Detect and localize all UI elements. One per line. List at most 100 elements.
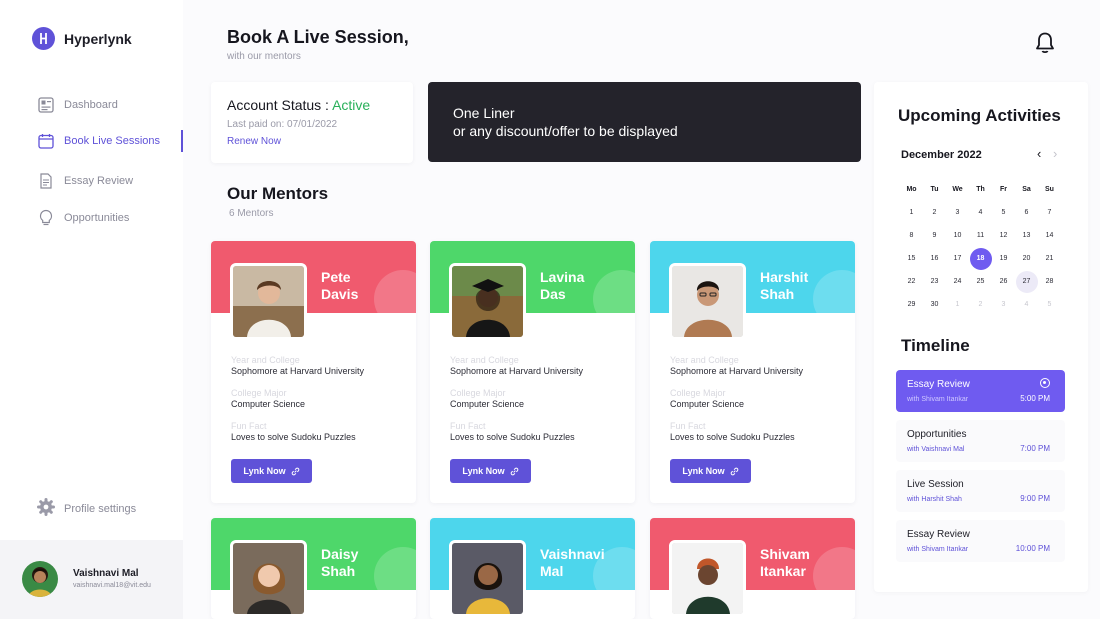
mentor-card: Daisy Shah [211, 518, 416, 619]
field-label-fact: Fun Fact [450, 421, 486, 431]
sidebar-nav: Dashboard Book Live Sessions Essay Revie… [0, 94, 183, 229]
calendar-day[interactable]: 13 [1015, 224, 1038, 247]
calendar-day[interactable]: 20 [1015, 247, 1038, 270]
brand-name: Hyperlynk [64, 30, 132, 47]
calendar-day[interactable]: 26 [992, 270, 1015, 293]
calendar-day[interactable]: 5 [1038, 293, 1061, 316]
chevron-right-icon[interactable]: › [1053, 146, 1057, 161]
chevron-left-icon[interactable]: ‹ [1037, 146, 1041, 161]
calendar-grid: Mo Tu We Th Fr Sa Su 1 2 3 4 5 6 7 8 9 10 11 12 13 14 15 16 17 1… [900, 178, 1061, 316]
lynk-now-button[interactable]: Lynk Now [670, 459, 751, 483]
calendar-day[interactable]: 15 [900, 247, 923, 270]
timeline-title: Timeline [901, 336, 970, 355]
calendar-weekday: Fr [1000, 186, 1007, 193]
calendar-weekday: Su [1045, 186, 1054, 193]
sidebar-item-book-live-sessions[interactable]: Book Live Sessions [0, 130, 183, 152]
banner-line-1: One Liner [453, 105, 515, 121]
timeline-item-name: Essay Review [907, 379, 970, 390]
calendar-day[interactable]: 17 [946, 247, 969, 270]
calendar-day[interactable]: 19 [992, 247, 1015, 270]
document-icon [37, 172, 55, 190]
calendar-day[interactable]: 10 [946, 224, 969, 247]
mentor-fact: Loves to solve Sudoku Puzzles [450, 432, 575, 442]
brand[interactable]: Hyperlynk [32, 27, 132, 50]
calendar-day[interactable]: 25 [969, 270, 992, 293]
calendar-day[interactable]: 22 [900, 270, 923, 293]
calendar-day[interactable]: 18 [969, 247, 992, 270]
sidebar-item-dashboard[interactable]: Dashboard [0, 94, 183, 116]
sidebar-item-opportunities[interactable]: Opportunities [0, 207, 183, 229]
calendar-day[interactable]: 27 [1015, 270, 1038, 293]
timeline-item[interactable]: Live Session with Harshit Shah 9:00 PM [896, 470, 1065, 512]
calendar-day[interactable]: 7 [1038, 201, 1061, 224]
link-icon [291, 467, 299, 475]
calendar-day[interactable]: 29 [900, 293, 923, 316]
calendar-day[interactable]: 12 [992, 224, 1015, 247]
mentor-card: Lavina Das Year and College Sophomore at … [430, 241, 635, 503]
timeline-item[interactable]: Essay Review with Shivam Itankar 5:00 PM [896, 370, 1065, 412]
calendar-day[interactable]: 3 [946, 201, 969, 224]
calendar-day[interactable]: 1 [900, 201, 923, 224]
mentor-college: Sophomore at Harvard University [670, 366, 804, 376]
renew-now-link[interactable]: Renew Now [227, 136, 281, 147]
calendar-day[interactable]: 4 [969, 201, 992, 224]
brand-logo-icon [32, 27, 55, 50]
mentor-photo [230, 540, 307, 617]
calendar-day[interactable]: 5 [992, 201, 1015, 224]
calendar-day[interactable]: 28 [1038, 270, 1061, 293]
timeline-item[interactable]: Opportunities with Vaishnavi Mal 7:00 PM [896, 420, 1065, 462]
mentor-card: Shivam Itankar [650, 518, 855, 619]
notification-bell-icon[interactable] [1033, 31, 1057, 55]
offer-banner[interactable]: One Liner or any discount/offer to be di… [428, 82, 861, 162]
timeline-item-with: with Harshit Shah [907, 496, 962, 503]
calendar-day[interactable]: 2 [969, 293, 992, 316]
mentor-major: Computer Science [670, 399, 745, 409]
account-status-card: Account Status : Active Last paid on: 07… [211, 82, 413, 163]
sidebar-item-label: Book Live Sessions [64, 135, 160, 147]
calendar-day[interactable]: 6 [1015, 201, 1038, 224]
calendar-day[interactable]: 14 [1038, 224, 1061, 247]
mentor-photo [449, 540, 526, 617]
calendar-weekday: Mo [906, 186, 917, 193]
calendar-day[interactable]: 11 [969, 224, 992, 247]
lynk-now-label: Lynk Now [682, 466, 725, 476]
status-badge: Active [332, 97, 371, 113]
sidebar-item-label: Dashboard [64, 99, 118, 111]
calendar-day[interactable]: 24 [946, 270, 969, 293]
calendar-day[interactable]: 8 [900, 224, 923, 247]
field-label-fact: Fun Fact [231, 421, 267, 431]
calendar-day[interactable]: 30 [923, 293, 946, 316]
field-label-fact: Fun Fact [670, 421, 706, 431]
sidebar-item-essay-review[interactable]: Essay Review [0, 170, 183, 192]
timeline-item-time: 7:00 PM [1020, 444, 1050, 453]
field-label-college: Year and College [231, 355, 300, 365]
sidebar: Hyperlynk Dashboard Book Live Sessions E… [0, 0, 183, 619]
timeline-item-with: with Shivam Itankar [907, 396, 969, 403]
calendar-day[interactable]: 2 [923, 201, 946, 224]
calendar-day[interactable]: 21 [1038, 247, 1061, 270]
lynk-now-button[interactable]: Lynk Now [450, 459, 531, 483]
calendar-day[interactable]: 9 [923, 224, 946, 247]
field-label-major: College Major [670, 388, 726, 398]
mentor-card: Harshit Shah Year and College Sophomore a… [650, 241, 855, 503]
calendar-day[interactable]: 23 [923, 270, 946, 293]
calendar-month: December 2022 [901, 149, 982, 161]
profile-settings-link[interactable]: Profile settings [37, 498, 136, 519]
calendar-icon [37, 132, 55, 150]
upcoming-activities-title: Upcoming Activities [898, 106, 1061, 125]
timeline-item-name: Essay Review [907, 529, 970, 540]
calendar-day[interactable]: 3 [992, 293, 1015, 316]
dashboard-icon [37, 96, 55, 114]
calendar-day[interactable]: 1 [946, 293, 969, 316]
mentor-name: Pete Davis [321, 269, 359, 302]
calendar-day[interactable]: 4 [1015, 293, 1038, 316]
page-subtitle: with our mentors [227, 51, 301, 62]
timeline-item[interactable]: Essay Review with Shivam Itankar 10:00 P… [896, 520, 1065, 562]
right-panel: Upcoming Activities December 2022 ‹ › Mo… [874, 82, 1088, 592]
user-profile[interactable]: Vaishnavi Mal vaishnavi.mal18@vit.edu [0, 540, 183, 619]
lynk-now-button[interactable]: Lynk Now [231, 459, 312, 483]
radio-selected-icon [1040, 378, 1050, 388]
last-paid-date: Last paid on: 07/01/2022 [227, 119, 338, 130]
calendar-day[interactable]: 16 [923, 247, 946, 270]
mentor-fact: Loves to solve Sudoku Puzzles [670, 432, 795, 442]
